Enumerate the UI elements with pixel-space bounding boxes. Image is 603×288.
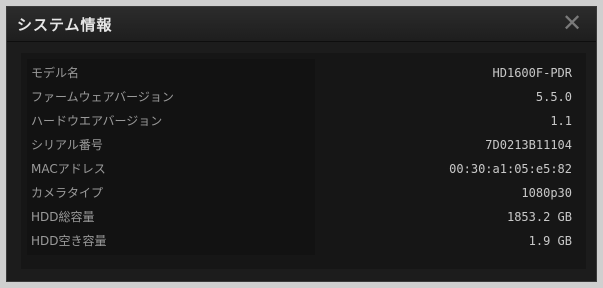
info-value: 1.1 xyxy=(550,114,572,128)
info-label: HDD総容量 xyxy=(31,210,95,224)
close-icon[interactable]: ✕ xyxy=(560,10,584,36)
info-label: MACアドレス xyxy=(31,162,106,176)
info-row-hdd-total: HDD総容量 1853.2 GB xyxy=(21,205,586,229)
info-label: HDD空き容量 xyxy=(31,234,107,248)
info-label: ハードウエアバージョン xyxy=(31,114,163,128)
info-label: カメラタイプ xyxy=(31,186,104,200)
dialog-titlebar: システム情報 ✕ xyxy=(7,7,596,42)
info-label: ファームウェアバージョン xyxy=(31,90,174,104)
info-row-mac: MACアドレス 00:30:a1:05:e5:82 xyxy=(21,157,586,181)
system-info-dialog: システム情報 ✕ モデル名 HD1600F-PDR ファームウェアバージョン 5… xyxy=(6,6,597,282)
info-value: HD1600F-PDR xyxy=(492,66,572,80)
info-row-hardware: ハードウエアバージョン 1.1 xyxy=(21,109,586,133)
info-row-model: モデル名 HD1600F-PDR xyxy=(21,61,586,85)
info-value: 1080p30 xyxy=(521,186,572,200)
info-panel: モデル名 HD1600F-PDR ファームウェアバージョン 5.5.0 ハードウ… xyxy=(21,53,586,269)
info-row-camera-type: カメラタイプ 1080p30 xyxy=(21,181,586,205)
info-row-serial: シリアル番号 7D0213B11104 xyxy=(21,133,586,157)
dialog-title: システム情報 xyxy=(17,16,113,34)
info-label: モデル名 xyxy=(31,66,80,80)
info-value: 00:30:a1:05:e5:82 xyxy=(449,162,572,176)
info-value: 7D0213B11104 xyxy=(485,138,572,152)
info-value: 5.5.0 xyxy=(535,90,572,104)
info-value: 1.9 GB xyxy=(528,234,572,248)
info-row-hdd-free: HDD空き容量 1.9 GB xyxy=(21,229,586,253)
info-label: シリアル番号 xyxy=(31,138,103,152)
info-row-firmware: ファームウェアバージョン 5.5.0 xyxy=(21,85,586,109)
info-value: 1853.2 GB xyxy=(506,210,572,224)
